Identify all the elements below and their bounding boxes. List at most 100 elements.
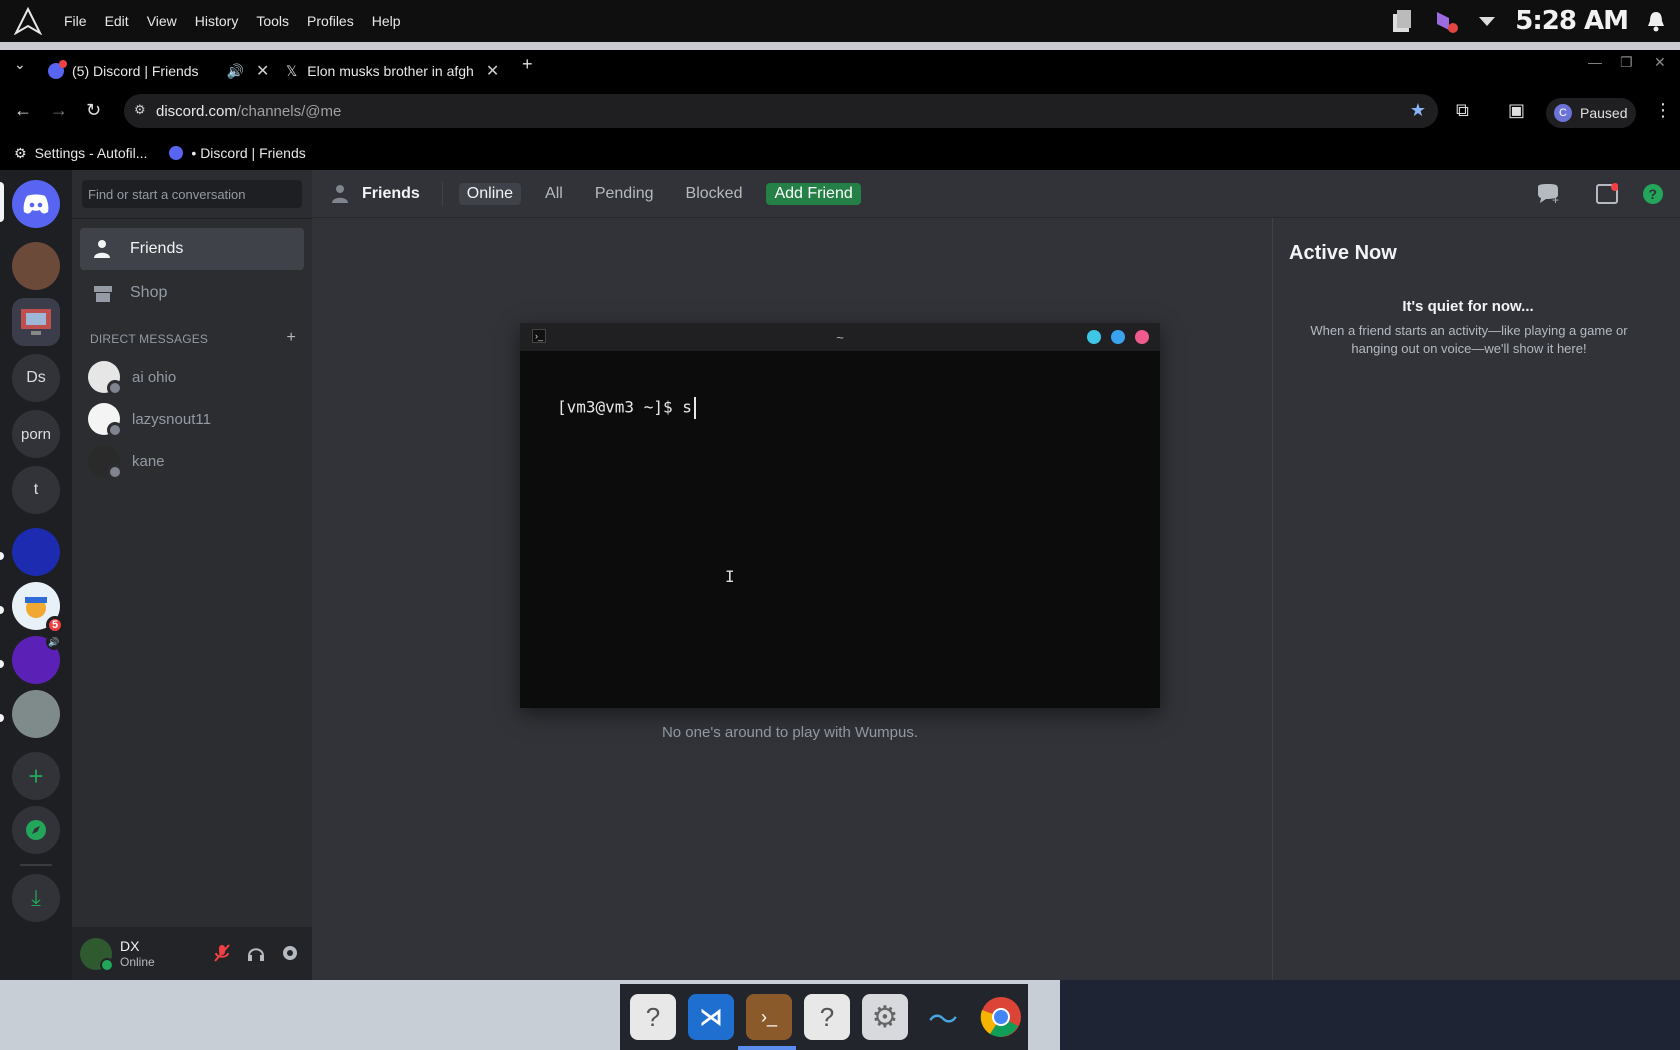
reload-icon[interactable]: ↻ bbox=[86, 100, 101, 121]
terminal-line[interactable]: [vm3@vm3 ~]$ s bbox=[557, 397, 696, 419]
tab-close-icon[interactable]: ✕ bbox=[256, 61, 269, 81]
wallpaper-art bbox=[1060, 980, 1680, 1050]
unknown-app-icon-2[interactable]: ? bbox=[804, 994, 850, 1040]
text-caret bbox=[693, 397, 696, 419]
mic-muted-icon[interactable] bbox=[212, 943, 232, 963]
arch-logo-icon[interactable] bbox=[14, 7, 42, 35]
tab-label: Elon musks brother in afgh bbox=[307, 63, 474, 79]
menu-profiles[interactable]: Profiles bbox=[307, 13, 354, 29]
avatar bbox=[88, 445, 123, 480]
profile-button[interactable]: C Paused bbox=[1546, 98, 1636, 128]
user-avatar[interactable] bbox=[80, 937, 114, 972]
dm-item-ai-ohio[interactable]: ai ohio bbox=[80, 356, 304, 398]
chrome-icon[interactable] bbox=[978, 994, 1024, 1040]
headphones-icon[interactable] bbox=[246, 943, 266, 963]
active-now-quiet: It's quiet for now... bbox=[1402, 298, 1534, 315]
add-friend-button[interactable]: Add Friend bbox=[766, 182, 861, 205]
active-now-title: Active Now bbox=[1289, 242, 1397, 264]
dolphin-icon[interactable]: 〜 bbox=[920, 994, 966, 1040]
app-menu: File Edit View History Tools Profiles He… bbox=[64, 13, 401, 29]
dm-name: lazysnout11 bbox=[132, 410, 211, 428]
speaker-icon[interactable]: 🔊 bbox=[227, 63, 244, 80]
menu-file[interactable]: File bbox=[64, 13, 87, 29]
tab-blocked[interactable]: Blocked bbox=[678, 183, 751, 205]
tab-discord[interactable]: (5) Discord | Friends 🔊 ✕ bbox=[48, 56, 269, 86]
discord-home-icon[interactable] bbox=[12, 180, 60, 228]
dm-item-kane[interactable]: kane bbox=[80, 440, 304, 482]
clipboard-icon[interactable] bbox=[1389, 8, 1415, 34]
settings-gear-icon[interactable] bbox=[280, 943, 300, 963]
tab-online[interactable]: Online bbox=[458, 182, 522, 205]
forward-icon[interactable]: → bbox=[50, 100, 68, 121]
minimize-dot-icon[interactable] bbox=[1087, 330, 1101, 344]
unread-pill bbox=[0, 660, 4, 668]
new-group-dm-icon[interactable]: + bbox=[1536, 183, 1560, 205]
server-porn[interactable]: porn bbox=[12, 410, 60, 458]
terminal-input: s bbox=[682, 397, 692, 417]
download-icon[interactable]: ⤓ bbox=[12, 874, 60, 922]
site-info-icon[interactable]: ⚙ bbox=[134, 102, 146, 118]
window-border bbox=[0, 42, 1680, 50]
tab-x[interactable]: 𝕏 Elon musks brother in afgh ✕ bbox=[286, 56, 499, 86]
menu-view[interactable]: View bbox=[147, 13, 177, 29]
sidebar-item-label: Friends bbox=[130, 240, 184, 257]
unread-pill bbox=[0, 606, 4, 614]
discord-favicon-icon bbox=[169, 146, 184, 160]
explore-compass-icon[interactable] bbox=[12, 806, 60, 854]
address-bar[interactable]: ⚙ discord.com/channels/@me ★ bbox=[124, 94, 1438, 128]
bookmark-star-icon[interactable]: ★ bbox=[1410, 100, 1426, 121]
close-dot-icon[interactable] bbox=[1135, 330, 1149, 344]
mention-badge: 5 bbox=[46, 616, 64, 634]
tab-close-icon[interactable]: ✕ bbox=[486, 61, 499, 81]
volume-muted-icon[interactable] bbox=[1433, 8, 1459, 34]
unknown-app-icon[interactable]: ? bbox=[630, 994, 676, 1040]
tab-all[interactable]: All bbox=[537, 183, 571, 205]
back-icon[interactable]: ← bbox=[14, 100, 32, 121]
sidebar-item-friends[interactable]: Friends bbox=[80, 228, 304, 270]
server-avatar-4[interactable]: 5 bbox=[12, 582, 64, 634]
inbox-icon[interactable] bbox=[1596, 183, 1618, 205]
server-avatar-6[interactable] bbox=[12, 690, 60, 738]
tab-pending[interactable]: Pending bbox=[587, 183, 662, 205]
menu-help[interactable]: Help bbox=[372, 13, 401, 29]
create-dm-icon[interactable]: + bbox=[286, 330, 296, 346]
svg-text:?: ? bbox=[1649, 186, 1658, 202]
server-ds[interactable]: Ds bbox=[12, 354, 60, 402]
user-status: Online bbox=[120, 954, 155, 969]
terminal-titlebar[interactable]: ›_ ~ bbox=[520, 323, 1160, 351]
bookmarks-bar: ⚙ Settings - Autofil... • Discord | Frie… bbox=[0, 136, 1680, 170]
server-avatar-5[interactable]: 🔊 bbox=[12, 634, 62, 684]
dropdown-icon[interactable] bbox=[1477, 11, 1497, 31]
menu-tools[interactable]: Tools bbox=[256, 13, 289, 29]
server-avatar-3[interactable] bbox=[12, 528, 60, 576]
server-avatar-1[interactable] bbox=[12, 242, 60, 290]
bookmark-settings[interactable]: ⚙ Settings - Autofil... bbox=[14, 145, 147, 162]
sidebar-item-shop[interactable]: Shop bbox=[80, 272, 304, 314]
desktop-background: ? ⋊ ›_ ? ⚙ 〜 bbox=[0, 980, 1680, 1050]
vscode-icon[interactable]: ⋊ bbox=[688, 994, 734, 1040]
menu-edit[interactable]: Edit bbox=[105, 13, 129, 29]
extensions-icon[interactable]: ⧉ bbox=[1456, 100, 1469, 121]
bookmark-discord[interactable]: • Discord | Friends bbox=[169, 145, 306, 161]
terminal-app-icon[interactable]: ›_ bbox=[746, 994, 792, 1040]
restore-icon[interactable]: ❐ bbox=[1620, 54, 1633, 71]
help-icon[interactable]: ? bbox=[1642, 183, 1664, 205]
add-server-icon[interactable]: + bbox=[12, 752, 60, 800]
tab-list-chevron-icon[interactable]: ⌄ bbox=[14, 56, 26, 73]
server-t[interactable]: t bbox=[12, 466, 60, 514]
dm-item-lazysnout11[interactable]: lazysnout11 bbox=[80, 398, 304, 440]
side-panel-icon[interactable]: ▣ bbox=[1508, 100, 1525, 121]
notification-bell-icon[interactable] bbox=[1646, 10, 1666, 32]
new-tab-icon[interactable]: + bbox=[522, 54, 533, 75]
search-conversation-input[interactable]: Find or start a conversation bbox=[82, 180, 302, 208]
gear-icon: ⚙ bbox=[14, 144, 27, 161]
maximize-dot-icon[interactable] bbox=[1111, 330, 1125, 344]
profile-status: Paused bbox=[1580, 105, 1628, 121]
minimize-icon[interactable]: — bbox=[1588, 54, 1602, 70]
close-window-icon[interactable]: ✕ bbox=[1654, 54, 1666, 71]
settings-app-icon[interactable]: ⚙ bbox=[862, 994, 908, 1040]
menu-kebab-icon[interactable]: ⋮ bbox=[1654, 100, 1672, 121]
menu-history[interactable]: History bbox=[195, 13, 239, 29]
server-avatar-2[interactable] bbox=[12, 298, 60, 346]
terminal-window[interactable]: ›_ ~ [vm3@vm3 ~]$ s I bbox=[520, 323, 1160, 708]
